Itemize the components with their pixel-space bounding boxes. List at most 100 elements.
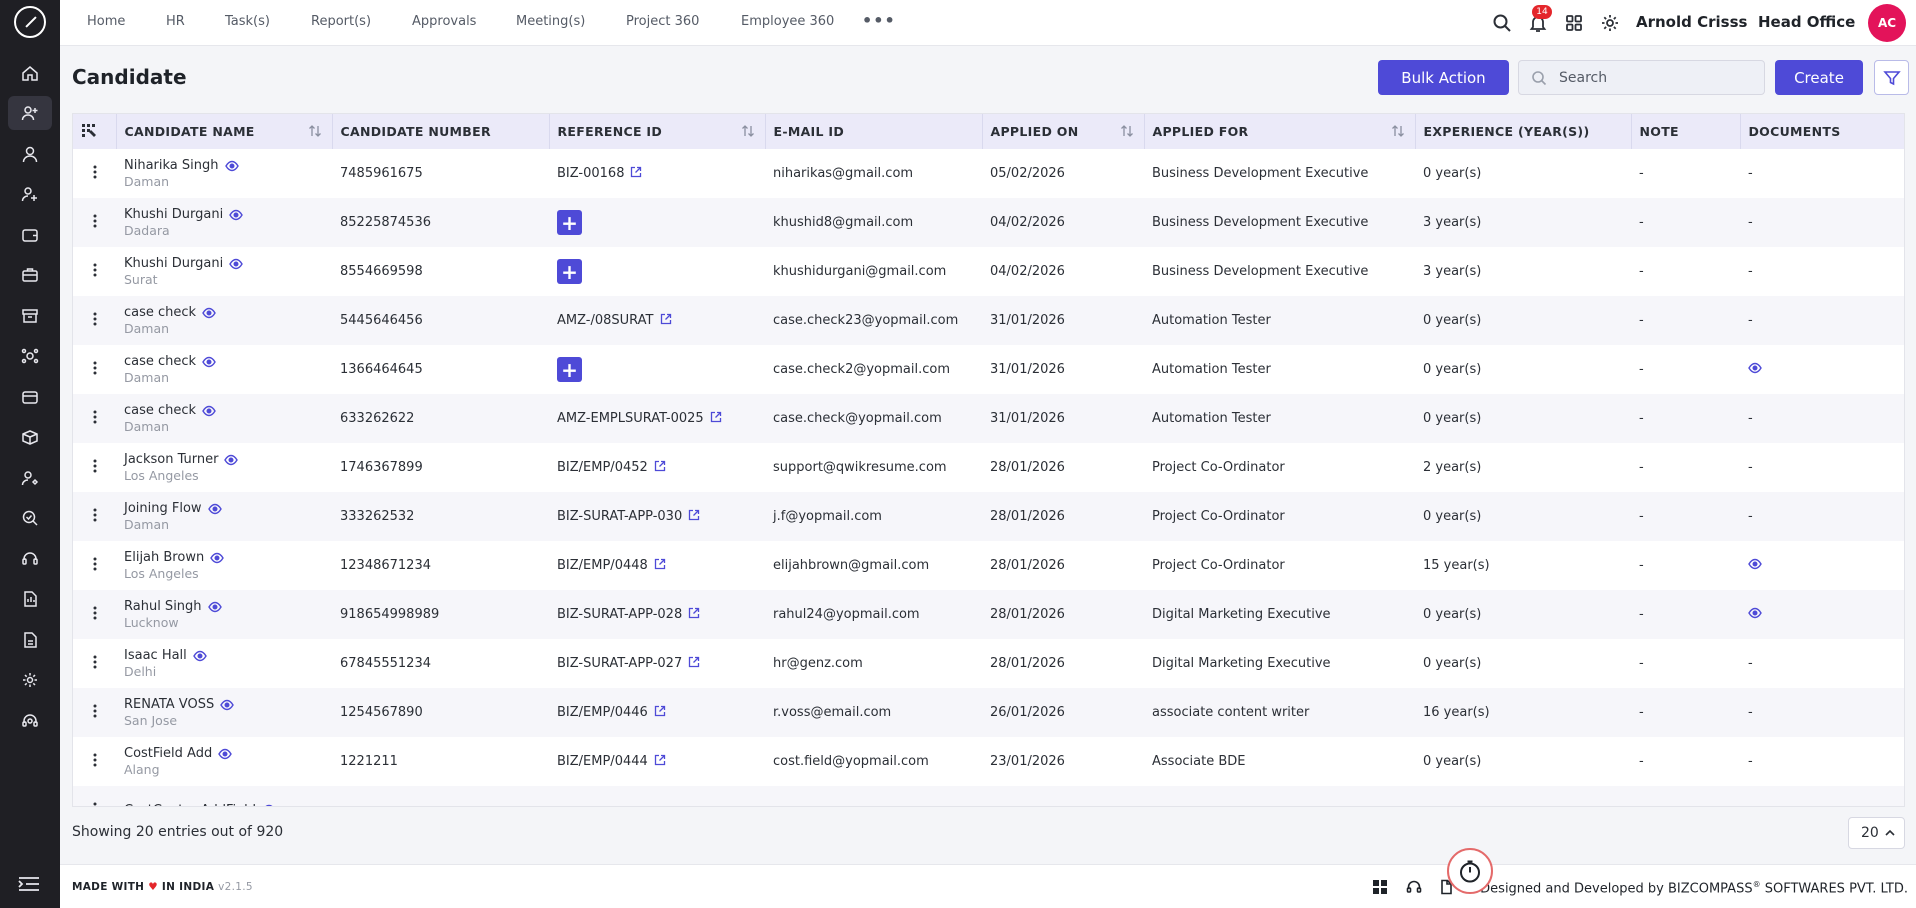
tab-tasks[interactable]: Task(s): [225, 14, 270, 29]
column-applied-on[interactable]: APPLIED ON: [982, 114, 1145, 149]
eye-icon[interactable]: [202, 356, 216, 368]
column-settings[interactable]: [73, 114, 117, 149]
external-link-icon[interactable]: [630, 166, 642, 178]
external-link-icon[interactable]: [710, 411, 722, 423]
sidebar-item-user-plus[interactable]: [8, 177, 52, 211]
row-actions[interactable]: [73, 590, 116, 639]
eye-icon[interactable]: [207, 601, 222, 613]
sidebar-item-headset[interactable]: [8, 704, 52, 738]
eye-icon[interactable]: [220, 699, 235, 711]
sidebar-item-card[interactable]: [8, 380, 52, 414]
sidebar-item-gear[interactable]: [8, 663, 52, 697]
sidebar-item-search-check[interactable]: [8, 501, 52, 535]
external-link-icon[interactable]: [688, 656, 700, 668]
kebab-menu-icon[interactable]: [93, 214, 97, 228]
table-row[interactable]: case check Daman 1366464645 + case.check2@yo…: [73, 345, 1904, 394]
row-actions[interactable]: [73, 296, 116, 345]
kebab-menu-icon[interactable]: [93, 802, 97, 808]
table-row[interactable]: Niharika Singh Daman 7485961675 BIZ-00168 ni…: [73, 149, 1904, 198]
eye-icon[interactable]: [229, 258, 244, 270]
kebab-menu-icon[interactable]: [93, 704, 97, 718]
table-row[interactable]: Khushi Durgani Dadara 85225874536 + khushid8…: [73, 198, 1904, 247]
more-tabs-icon[interactable]: •••: [862, 13, 896, 29]
timer-button[interactable]: [1447, 848, 1493, 894]
row-actions[interactable]: [73, 541, 116, 590]
row-actions[interactable]: [73, 688, 116, 737]
tab-approvals[interactable]: Approvals: [412, 14, 476, 29]
search-icon[interactable]: [1492, 13, 1512, 33]
add-reference-button[interactable]: +: [557, 357, 582, 382]
tab-project-360[interactable]: Project 360: [626, 14, 699, 29]
column-note[interactable]: NOTE: [1631, 114, 1741, 149]
kebab-menu-icon[interactable]: [93, 459, 97, 473]
row-actions[interactable]: [73, 198, 116, 247]
eye-icon[interactable]: [1748, 362, 1762, 374]
user-name[interactable]: Arnold Crisss: [1636, 13, 1747, 31]
row-actions[interactable]: [73, 394, 116, 443]
kebab-menu-icon[interactable]: [93, 312, 97, 326]
kebab-menu-icon[interactable]: [93, 361, 97, 375]
sidebar-item-wallet[interactable]: [8, 218, 52, 252]
kebab-menu-icon[interactable]: [93, 410, 97, 424]
table-row[interactable]: Khushi Durgani Surat 8554669598 + khushidurg…: [73, 247, 1904, 296]
external-link-icon[interactable]: [654, 460, 666, 472]
column-experience[interactable]: EXPERIENCE (YEAR(S)): [1415, 114, 1632, 149]
tab-hr[interactable]: HR: [166, 14, 185, 29]
sidebar-item-box[interactable]: [8, 420, 52, 454]
sidebar-item-network[interactable]: [8, 339, 52, 373]
menu-expand-icon[interactable]: [18, 876, 40, 892]
eye-icon[interactable]: [210, 552, 225, 564]
kebab-menu-icon[interactable]: [93, 557, 97, 571]
eye-icon[interactable]: [192, 650, 207, 662]
row-actions[interactable]: [73, 786, 116, 808]
eye-icon[interactable]: [218, 748, 233, 760]
table-row[interactable]: Joining Flow Daman 333262532 BIZ-SURAT-APP-…: [73, 492, 1904, 541]
sort-icon[interactable]: [1120, 124, 1134, 138]
eye-icon[interactable]: [262, 804, 276, 807]
sidebar-item-user-settings[interactable]: [8, 461, 52, 495]
row-actions[interactable]: [73, 737, 116, 786]
external-link-icon[interactable]: [654, 705, 666, 717]
sort-icon[interactable]: [308, 124, 322, 138]
sidebar-item-user[interactable]: [8, 137, 52, 171]
table-row[interactable]: Rahul Singh Lucknow 918654998989 BIZ-SURAT-…: [73, 590, 1904, 639]
kebab-menu-icon[interactable]: [93, 508, 97, 522]
tab-reports[interactable]: Report(s): [311, 14, 371, 29]
column-candidate-name[interactable]: CANDIDATE NAME: [116, 114, 333, 149]
eye-icon[interactable]: [229, 209, 244, 221]
add-reference-button[interactable]: +: [557, 210, 582, 235]
row-actions[interactable]: [73, 492, 116, 541]
tab-meetings[interactable]: Meeting(s): [516, 14, 585, 29]
eye-icon[interactable]: [224, 160, 239, 172]
eye-icon[interactable]: [1748, 607, 1762, 619]
support-headset-icon[interactable]: [1406, 879, 1422, 895]
eye-icon[interactable]: [202, 405, 216, 417]
kebab-menu-icon[interactable]: [93, 263, 97, 277]
compass-logo-icon[interactable]: [14, 6, 46, 38]
column-documents[interactable]: DOCUMENTS: [1740, 114, 1904, 149]
kebab-menu-icon[interactable]: [93, 655, 97, 669]
sort-icon[interactable]: [1391, 124, 1405, 138]
kebab-menu-icon[interactable]: [93, 606, 97, 620]
column-candidate-number[interactable]: CANDIDATE NUMBER: [332, 114, 550, 149]
apps-grid-icon[interactable]: [1564, 13, 1584, 33]
page-size-select[interactable]: 20: [1848, 817, 1905, 849]
row-actions[interactable]: [73, 149, 116, 198]
external-link-icon[interactable]: [688, 509, 700, 521]
eye-icon[interactable]: [207, 503, 222, 515]
tab-employee-360[interactable]: Employee 360: [741, 14, 834, 29]
create-button[interactable]: Create: [1775, 60, 1863, 95]
column-settings-icon[interactable]: [81, 122, 97, 138]
table-row[interactable]: case check Daman 5445646456 AMZ-/08SURAT cas…: [73, 296, 1904, 345]
external-link-icon[interactable]: [688, 607, 700, 619]
bulk-action-button[interactable]: Bulk Action: [1378, 60, 1509, 95]
row-actions[interactable]: [73, 443, 116, 492]
table-row[interactable]: CostCenter AddField: [73, 786, 1904, 808]
filter-button[interactable]: [1874, 60, 1909, 95]
table-row[interactable]: CostField Add Alang 1221211 BIZ/EMP/0444 cos…: [73, 737, 1904, 786]
row-actions[interactable]: [73, 639, 116, 688]
sidebar-item-home[interactable]: [8, 56, 52, 90]
column-reference-id[interactable]: REFERENCE ID: [549, 114, 766, 149]
row-actions[interactable]: [73, 345, 116, 394]
sidebar-item-archive[interactable]: [8, 299, 52, 333]
